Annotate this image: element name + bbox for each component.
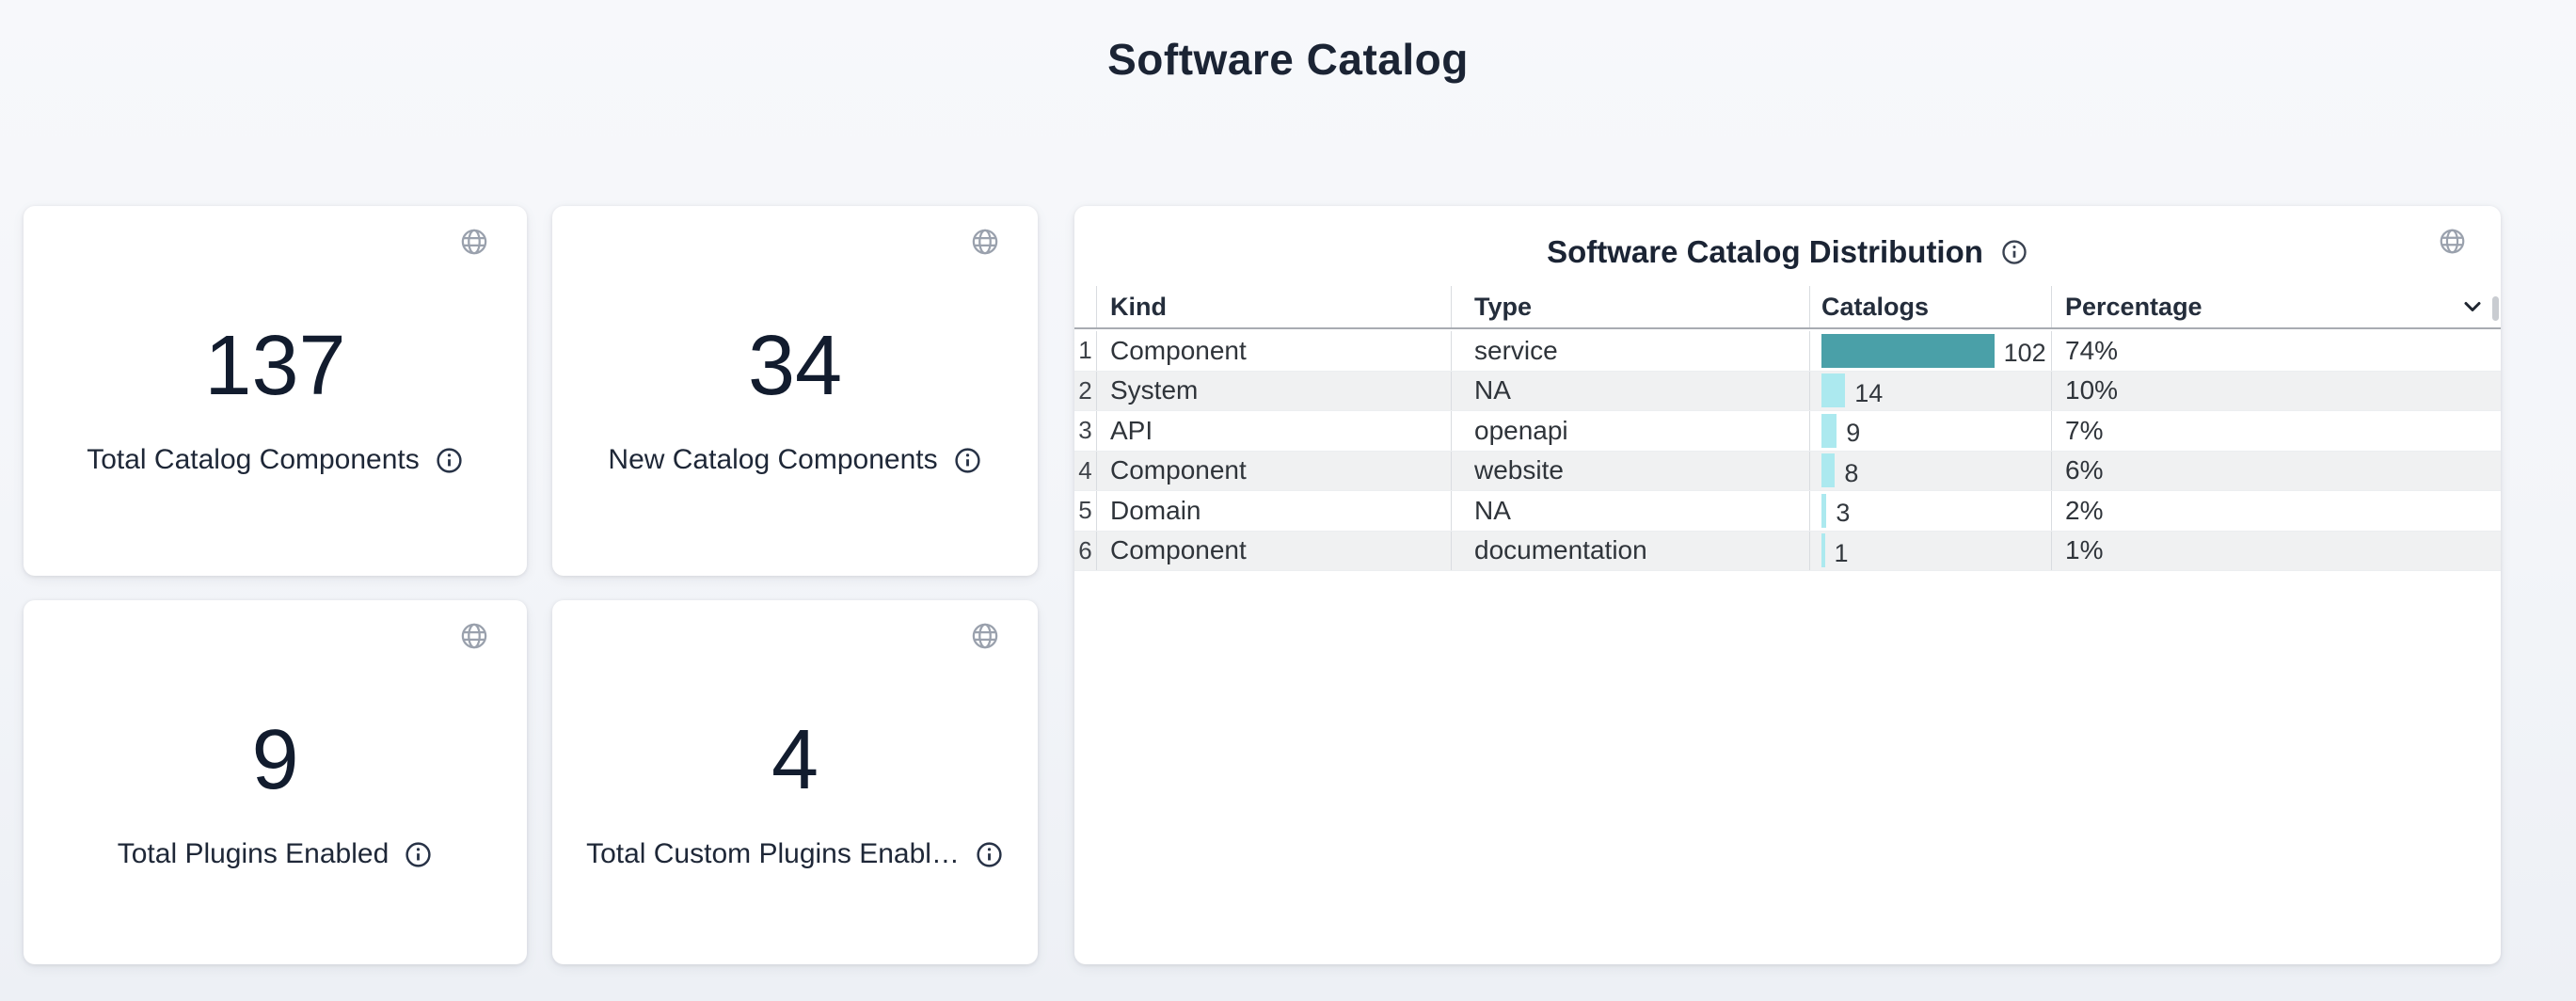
cell-percentage: 6% [2051,452,2501,491]
catalogs-bar [1821,453,1835,487]
cell-catalogs: 1 [1809,532,2051,571]
catalogs-bar [1821,533,1825,567]
table-body: 1 Component service 102 74% 2 System NA … [1074,331,2501,571]
row-number: 1 [1074,331,1096,371]
table-row: 4 Component website 8 6% [1074,452,2501,492]
catalogs-value: 3 [1836,499,1850,528]
cell-kind: API [1096,411,1451,451]
column-header-type: Type [1451,286,1809,327]
cell-type: service [1451,331,1809,371]
cell-type: NA [1451,491,1809,531]
row-number: 5 [1074,491,1096,531]
catalogs-value: 1 [1835,539,1849,568]
row-number: 2 [1074,372,1096,411]
globe-icon[interactable] [459,227,489,257]
cell-type: openapi [1451,411,1809,451]
cell-catalogs: 102 [1809,331,2051,371]
chevron-down-icon[interactable] [2461,295,2484,318]
cell-percentage: 2% [2051,491,2501,531]
cell-type: documentation [1451,532,1809,571]
globe-icon[interactable] [970,227,1000,257]
cell-type: website [1451,452,1809,491]
catalogs-bar [1821,414,1837,448]
cell-catalogs: 3 [1809,491,2051,531]
cell-kind: Component [1096,532,1451,571]
catalogs-value: 14 [1854,379,1883,408]
cell-type: NA [1451,372,1809,411]
table-row: 3 API openapi 9 7% [1074,411,2501,452]
table-row: 2 System NA 14 10% [1074,372,2501,412]
info-icon[interactable] [2000,238,2028,266]
distribution-title: Software Catalog Distribution [1547,234,1983,270]
column-header-kind: Kind [1096,286,1451,327]
catalogs-value: 8 [1844,459,1858,488]
catalogs-bar [1821,334,1995,368]
globe-icon[interactable] [2438,227,2467,256]
cell-percentage: 74% [2051,331,2501,371]
stat-label: Total Plugins Enabled [118,838,390,870]
globe-icon[interactable] [459,621,489,651]
table-header: Kind Type Catalogs Percentage [1074,286,2501,329]
stat-card-new-catalog-components: 34 New Catalog Components [552,206,1038,576]
table-row: 5 Domain NA 3 2% [1074,491,2501,532]
stat-card-total-plugins-enabled: 9 Total Plugins Enabled [24,600,527,964]
stat-label: Total Catalog Components [87,444,420,476]
stat-value: 137 [24,321,527,411]
cell-percentage: 7% [2051,411,2501,451]
row-number: 4 [1074,452,1096,491]
cell-percentage: 1% [2051,532,2501,571]
stat-label: Total Custom Plugins Enabl… [586,838,960,870]
info-icon[interactable] [953,446,982,475]
stat-label: New Catalog Components [608,444,937,476]
column-header-catalogs: Catalogs [1809,286,2051,327]
table-row: 1 Component service 102 74% [1074,331,2501,372]
info-icon[interactable] [404,840,433,869]
row-number: 6 [1074,532,1096,571]
info-icon[interactable] [975,840,1004,869]
stat-card-total-catalog-components: 137 Total Catalog Components [24,206,527,576]
column-header-index [1074,286,1096,327]
globe-icon[interactable] [970,621,1000,651]
cell-percentage: 10% [2051,372,2501,411]
table-row: 6 Component documentation 1 1% [1074,532,2501,572]
page-title: Software Catalog [0,34,2576,85]
cell-catalogs: 14 [1809,372,2051,411]
catalogs-bar [1821,373,1845,407]
cell-catalogs: 9 [1809,411,2051,451]
cell-catalogs: 8 [1809,452,2051,491]
stat-value: 34 [552,321,1038,411]
column-header-percentage: Percentage [2051,286,2501,327]
catalogs-bar [1821,494,1826,528]
catalogs-value: 102 [2004,339,2046,368]
table-scrollbar[interactable] [2492,296,2499,321]
cell-kind: Domain [1096,491,1451,531]
stat-value: 4 [552,715,1038,805]
catalogs-value: 9 [1846,419,1860,448]
cell-kind: Component [1096,452,1451,491]
info-icon[interactable] [435,446,464,475]
stat-card-total-custom-plugins-enabled: 4 Total Custom Plugins Enabl… [552,600,1038,964]
software-catalog-distribution-card: Software Catalog Distribution Kind Type … [1074,206,2501,964]
stat-value: 9 [24,715,527,805]
cell-kind: Component [1096,331,1451,371]
cell-kind: System [1096,372,1451,411]
row-number: 3 [1074,411,1096,451]
